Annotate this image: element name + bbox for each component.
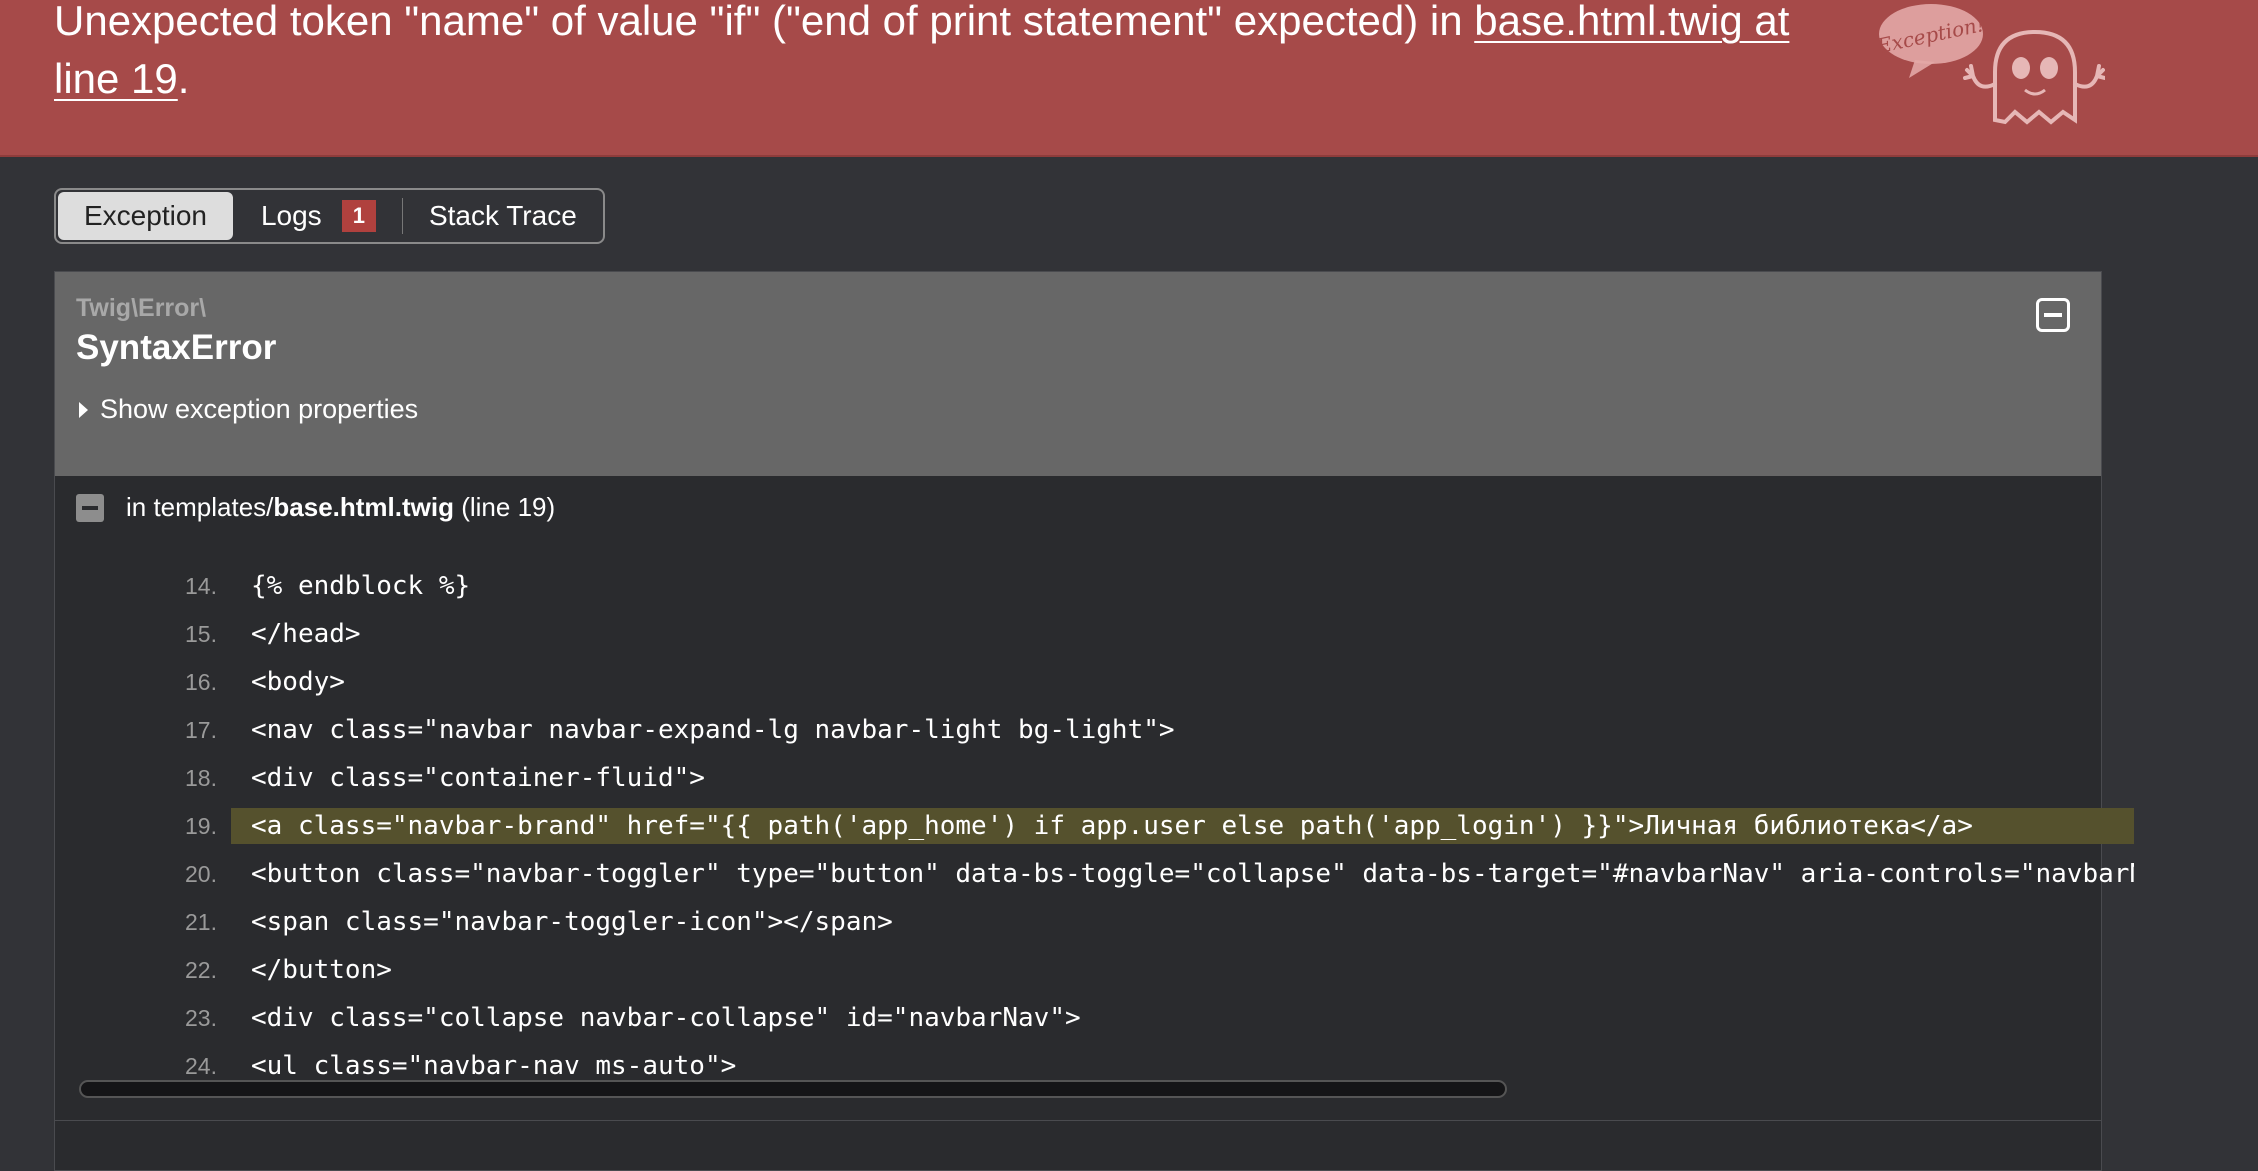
exception-message-text: Unexpected token "name" of value "if" ("… xyxy=(54,0,1475,44)
line-number: 14. xyxy=(185,572,217,599)
code-line: 16. <body> xyxy=(177,658,2134,706)
line-number: 23. xyxy=(185,1004,217,1031)
code-line: 17. <nav class="navbar navbar-expand-lg n… xyxy=(177,706,2134,754)
tab-exception-label: Exception xyxy=(84,200,207,231)
line-code: <button class="navbar-toggler" type="but… xyxy=(251,859,2134,889)
line-code: <a class="navbar-brand" href="{{ path('a… xyxy=(251,811,1973,841)
line-number: 15. xyxy=(185,620,217,647)
line-number: 18. xyxy=(185,764,217,791)
exception-class-name: SyntaxError xyxy=(76,328,277,367)
tab-exception[interactable]: Exception xyxy=(58,192,233,240)
line-number: 19. xyxy=(185,812,217,839)
code-line: 23. <div class="collapse navbar-collapse"… xyxy=(177,994,2134,1042)
logs-count-badge: 1 xyxy=(341,200,376,232)
line-number: 22. xyxy=(185,956,217,983)
trace-file-name: base.html.twig xyxy=(273,492,454,522)
trace-line-info: (line 19) xyxy=(461,492,556,522)
caret-right-icon xyxy=(79,401,88,418)
tab-bar: Exception Logs 1 Stack Trace xyxy=(54,188,605,244)
code-line: 21. <span class="navbar-toggler-icon"></s… xyxy=(177,898,2134,946)
line-code: <div class="collapse navbar-collapse" id… xyxy=(251,1003,1081,1033)
exception-panel: Twig\Error\ SyntaxError Show exception p… xyxy=(54,271,2134,1171)
trace-file-row[interactable]: in templates/base.html.twig (line 19) xyxy=(76,492,555,523)
line-number: 20. xyxy=(185,860,217,887)
code-line: 20. <button class="navbar-toggler" type="… xyxy=(177,850,2134,898)
line-code: </button> xyxy=(251,955,392,985)
trace-in-label: in templates/ xyxy=(126,492,274,522)
show-properties-toggle[interactable]: Show exception properties xyxy=(76,394,418,425)
exception-namespace: Twig\Error\ xyxy=(76,294,207,322)
line-code: <span class="navbar-toggler-icon"></span… xyxy=(251,907,893,937)
line-number: 16. xyxy=(185,668,217,695)
line-code: <body> xyxy=(251,667,345,697)
tab-logs[interactable]: Logs 1 xyxy=(235,192,402,240)
tab-stack-trace[interactable]: Stack Trace xyxy=(403,192,603,240)
horizontal-scrollbar[interactable] xyxy=(79,1080,1507,1098)
panel-divider xyxy=(55,1120,2101,1121)
line-code: <ul class="navbar-nav ms-auto"> xyxy=(251,1051,737,1081)
line-code: <nav class="navbar navbar-expand-lg navb… xyxy=(251,715,1175,745)
exception-panel-header: Twig\Error\ SyntaxError Show exception p… xyxy=(55,272,2101,476)
code-line-highlighted: 19. <a class="navbar-brand" href="{{ path… xyxy=(177,802,2134,850)
line-code: <div class="container-fluid"> xyxy=(251,763,705,793)
ghost-illustration: Exception! xyxy=(1875,4,2105,125)
exception-message: Unexpected token "name" of value "if" ("… xyxy=(54,0,1854,108)
code-snippet: 14. {% endblock %} 15. </head> 16. <body> 1… xyxy=(177,562,2134,1090)
code-line: 22. </button> xyxy=(177,946,2134,994)
show-properties-label: Show exception properties xyxy=(100,394,419,424)
line-number: 21. xyxy=(185,908,217,935)
minus-icon[interactable] xyxy=(76,493,104,522)
line-number: 17. xyxy=(185,716,217,743)
tab-stack-trace-label: Stack Trace xyxy=(428,200,577,231)
code-line: 14. {% endblock %} xyxy=(177,562,2134,610)
line-number: 24. xyxy=(185,1052,217,1079)
exception-message-suffix: . xyxy=(177,55,190,102)
exception-header: Unexpected token "name" of value "if" ("… xyxy=(0,0,2258,157)
tab-logs-label: Logs xyxy=(260,200,322,231)
line-code: </head> xyxy=(251,619,361,649)
line-code: {% endblock %} xyxy=(251,571,471,601)
code-line: 18. <div class="container-fluid"> xyxy=(177,754,2134,802)
collapse-icon[interactable] xyxy=(2036,298,2070,332)
code-line: 15. </head> xyxy=(177,610,2134,658)
